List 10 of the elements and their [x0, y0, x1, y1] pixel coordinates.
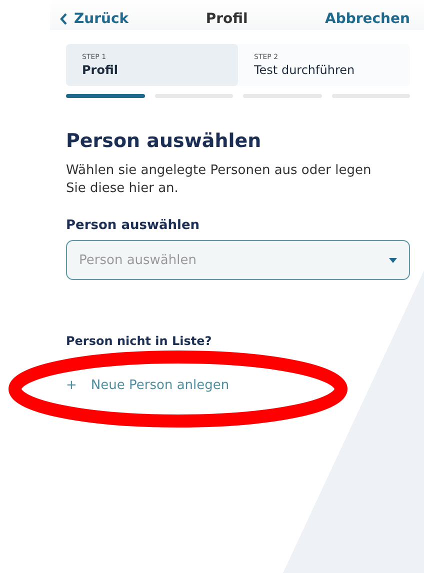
description-text: Wählen sie angelegte Personen aus oder legen Sie diese hier an. [66, 162, 372, 198]
section-heading: Person auswählen [66, 130, 262, 152]
new-person-link[interactable]: + Neue Person anlegen [66, 378, 230, 393]
field-label: Person auswählen [66, 218, 201, 233]
chevron-left-icon [60, 13, 68, 25]
question-text: Person nicht in Liste? [66, 334, 213, 348]
back-button[interactable]: Zurück [60, 11, 129, 27]
dropdown-caret-icon [389, 258, 397, 262]
cancel-button[interactable]: Abbrechen [324, 11, 410, 27]
page-title: Profil [206, 11, 248, 27]
